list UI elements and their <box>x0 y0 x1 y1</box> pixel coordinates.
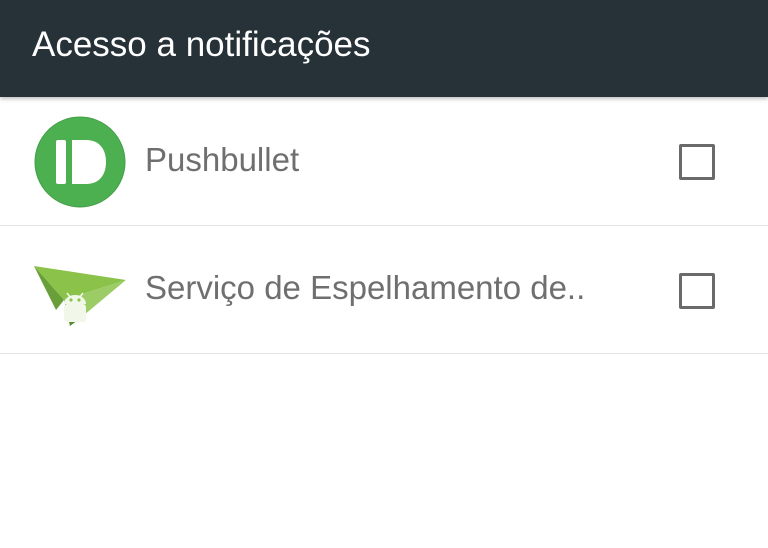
item-label: Serviço de Espelhamento de.. <box>145 269 586 306</box>
pushbullet-checkbox[interactable] <box>679 144 715 180</box>
pushbullet-icon <box>34 116 126 208</box>
list-item-mirroring-service[interactable]: Serviço de Espelhamento de.. <box>0 226 768 354</box>
item-label: Pushbullet <box>145 141 300 178</box>
notification-access-list: Pushbullet Serviço de Espelhamento de.. <box>0 97 768 354</box>
list-item-pushbullet[interactable]: Pushbullet <box>0 97 768 226</box>
airdroid-paper-plane-icon <box>34 266 126 326</box>
app-bar: Acesso a notificações <box>0 0 768 97</box>
page-title: Acesso a notificações <box>32 25 371 64</box>
mirroring-service-checkbox[interactable] <box>679 273 715 309</box>
